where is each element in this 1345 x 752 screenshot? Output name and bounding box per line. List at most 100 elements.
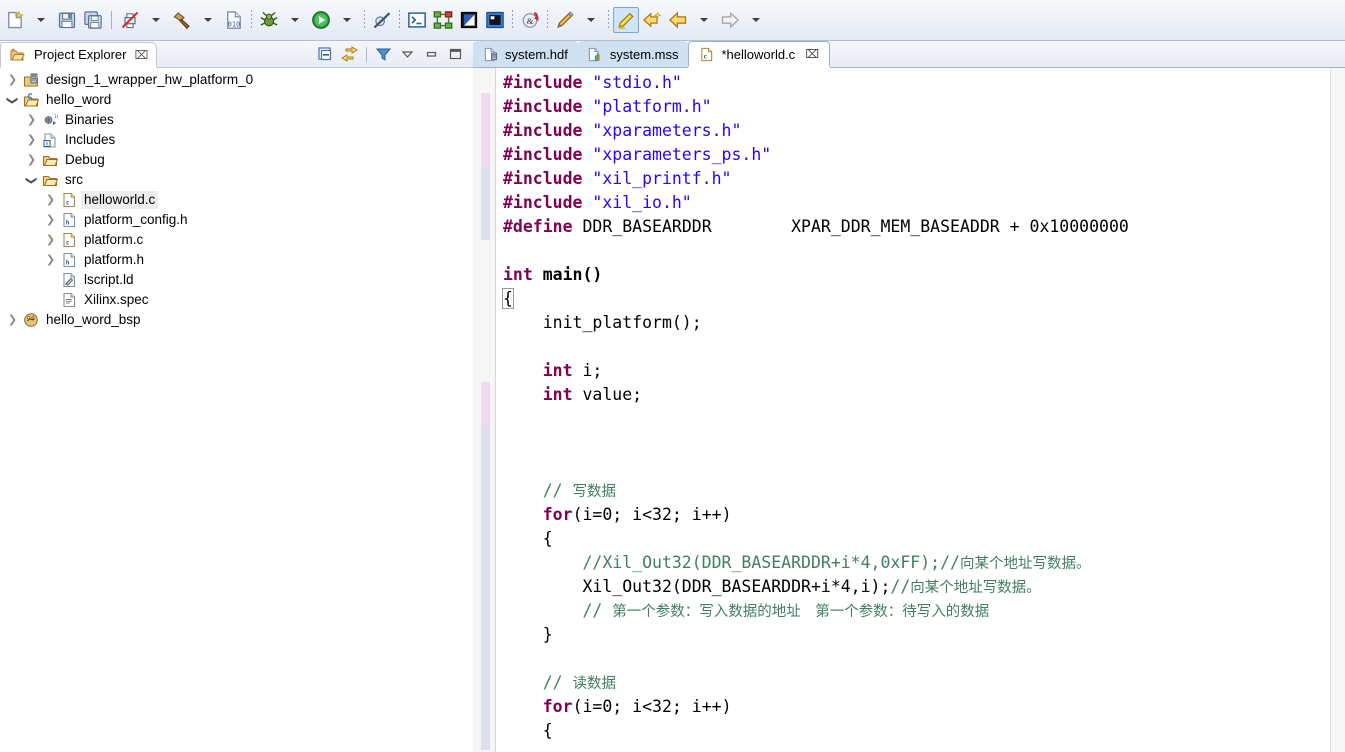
tree-item-lscript-ld[interactable]: lscript.ld	[0, 270, 473, 290]
annotation-dropdown-arrow[interactable]	[578, 7, 604, 33]
code-line[interactable]: // 写数据	[503, 479, 1329, 503]
tree-item-helloworld-c[interactable]: ❯ c helloworld.c	[0, 190, 473, 210]
print-button[interactable]	[117, 7, 143, 33]
editor-tab-systemhdf[interactable]: system.hdf	[473, 41, 578, 67]
maximize-icon[interactable]	[445, 44, 465, 64]
code-line[interactable]	[503, 431, 1329, 455]
new-file-dropdown-arrow[interactable]	[28, 7, 54, 33]
hw-platform-button[interactable]	[430, 7, 456, 33]
tree-twisty-collapsed[interactable]: ❯	[42, 230, 59, 250]
tree-twisty-collapsed[interactable]: ❯	[23, 150, 40, 170]
debug-button[interactable]	[256, 7, 282, 33]
editor-tab-systemmss[interactable]: system.mss	[577, 41, 689, 67]
code-line[interactable]: #define DDR_BASEARDDR XPAR_DDR_MEM_BASEA…	[503, 215, 1329, 239]
save-button[interactable]	[54, 7, 80, 33]
run-button[interactable]	[308, 7, 334, 33]
project-tree[interactable]: ❯ design_1_wrapper_hw_platform_0 ❮ hello_wo…	[0, 68, 473, 752]
tree-item-hello-word[interactable]: ❮ hello_word	[0, 90, 473, 110]
code-line[interactable]	[503, 335, 1329, 359]
annotation-button[interactable]	[552, 7, 578, 33]
tree-item-platform-h[interactable]: ❯ h platform.h	[0, 250, 473, 270]
link-with-editor-button[interactable]	[339, 44, 359, 64]
binary-file-button[interactable]: 010	[221, 7, 247, 33]
code-line[interactable]: int i;	[503, 359, 1329, 383]
collapse-all-button[interactable]	[315, 44, 335, 64]
code-line[interactable]: #include "xparameters_ps.h"	[503, 143, 1329, 167]
code-line[interactable]: }	[503, 623, 1329, 647]
code-line[interactable]: int value;	[503, 383, 1329, 407]
tree-item-platform-c[interactable]: ❯ c platform.c	[0, 230, 473, 250]
last-edit-location-button[interactable]	[639, 7, 665, 33]
debug-dropdown-arrow[interactable]	[282, 7, 308, 33]
back-dropdown-arrow[interactable]	[691, 7, 717, 33]
editor-gutter[interactable]	[473, 68, 495, 752]
save-all-button[interactable]	[80, 7, 106, 33]
code-line[interactable]	[503, 239, 1329, 263]
code-line[interactable]	[503, 407, 1329, 431]
code-token: 向某个地址写数据。	[910, 580, 1041, 596]
code-line[interactable]: //Xil_Out32(DDR_BASEARDDR+i*4,0xFF);//向某…	[503, 551, 1329, 575]
tree-twisty-collapsed[interactable]: ❯	[42, 250, 59, 270]
tree-twisty-collapsed[interactable]: ❯	[42, 210, 59, 230]
tree-twisty-collapsed[interactable]: ❯	[4, 70, 21, 90]
code-line[interactable]: #include "xil_printf.h"	[503, 167, 1329, 191]
tree-item-debug[interactable]: ❯ Debug	[0, 150, 473, 170]
tree-twisty-collapsed[interactable]: ❯	[4, 310, 21, 330]
code-line[interactable]: #include "platform.h"	[503, 95, 1329, 119]
editor-tab-helloworldc[interactable]: c *helloworld.c ⌧	[688, 41, 831, 67]
code-line[interactable]: {	[503, 719, 1329, 743]
project-explorer-tab[interactable]: Project Explorer ⌧	[0, 41, 158, 68]
forward-button[interactable]	[717, 7, 743, 33]
code-line[interactable]: #include "xil_io.h"	[503, 191, 1329, 215]
tree-item-platform-config-h[interactable]: ❯ h platform_config.h	[0, 210, 473, 230]
code-line[interactable]	[503, 647, 1329, 671]
tree-item-hello-word-bsp[interactable]: ❯ hello_word_bsp	[0, 310, 473, 330]
code-line[interactable]: {	[502, 287, 1329, 311]
tree-item-includes[interactable]: ❯ h Includes	[0, 130, 473, 150]
filter-funnel-icon[interactable]	[373, 44, 393, 64]
terminal-button[interactable]	[404, 7, 430, 33]
program-fpga-button[interactable]	[456, 7, 482, 33]
skip-breakpoints-button[interactable]	[369, 7, 395, 33]
build-button[interactable]	[169, 7, 195, 33]
code-line[interactable]: init_platform();	[503, 311, 1329, 335]
source-editor[interactable]: #include "stdio.h" #include "platform.h" #…	[473, 68, 1345, 752]
new-file-button[interactable]	[2, 7, 28, 33]
tree-twisty-collapsed[interactable]: ❯	[23, 130, 40, 150]
tree-twisty-expanded[interactable]: ❮	[23, 170, 40, 190]
tree-item-design-1-wrapper-hw-platform-0[interactable]: ❯ design_1_wrapper_hw_platform_0	[0, 70, 473, 90]
run-dropdown-arrow[interactable]	[334, 7, 360, 33]
tree-item-binaries[interactable]: ❯ 10 Binaries	[0, 110, 473, 130]
print-dropdown-arrow[interactable]	[143, 7, 169, 33]
code-line[interactable]: for(i=0; i<32; i++)	[503, 695, 1329, 719]
tree-twisty-collapsed[interactable]: ❯	[23, 110, 40, 130]
tree-item-xilinx-spec[interactable]: Xilinx.spec	[0, 290, 473, 310]
overview-ruler[interactable]	[1330, 68, 1345, 752]
back-button[interactable]	[665, 7, 691, 33]
tree-twisty-collapsed[interactable]: ❯	[42, 190, 59, 210]
code-line[interactable]: // 读数据	[503, 671, 1329, 695]
tree-twisty-expanded[interactable]: ❮	[4, 90, 21, 110]
editor-tab-bar: system.hdf system.mss c *helloworld.c ⌧	[473, 41, 1345, 68]
code-line[interactable]: // 第一个参数：写入数据的地址 第一个参数：待写入的数据	[503, 599, 1329, 623]
code-line[interactable]: {	[503, 527, 1329, 551]
code-line[interactable]	[503, 455, 1329, 479]
build-dropdown-arrow[interactable]	[195, 7, 221, 33]
xsct-console-button[interactable]: &	[517, 7, 543, 33]
code-line[interactable]: #include "xparameters.h"	[503, 119, 1329, 143]
code-token: 写数据	[572, 484, 617, 500]
highlight-button[interactable]	[613, 7, 639, 33]
program-flash-button[interactable]	[482, 7, 508, 33]
code-line[interactable]: int main()	[503, 263, 1329, 287]
code-line[interactable]: Xil_Out32(DDR_BASEARDDR+i*4,i);//向某个地址写数…	[503, 575, 1329, 599]
close-icon[interactable]: ⌧	[805, 47, 819, 61]
code-content[interactable]: #include "stdio.h" #include "platform.h" #…	[502, 68, 1329, 752]
close-icon[interactable]: ⌧	[134, 48, 148, 62]
minimize-icon[interactable]	[421, 44, 441, 64]
code-line[interactable]: for(i=0; i<32; i++)	[503, 503, 1329, 527]
tree-item-src[interactable]: ❮ src	[0, 170, 473, 190]
code-token: "stdio.h"	[592, 73, 682, 92]
forward-dropdown-arrow[interactable]	[743, 7, 769, 33]
view-menu-chevron-icon[interactable]	[397, 44, 417, 64]
code-line[interactable]: #include "stdio.h"	[503, 71, 1329, 95]
